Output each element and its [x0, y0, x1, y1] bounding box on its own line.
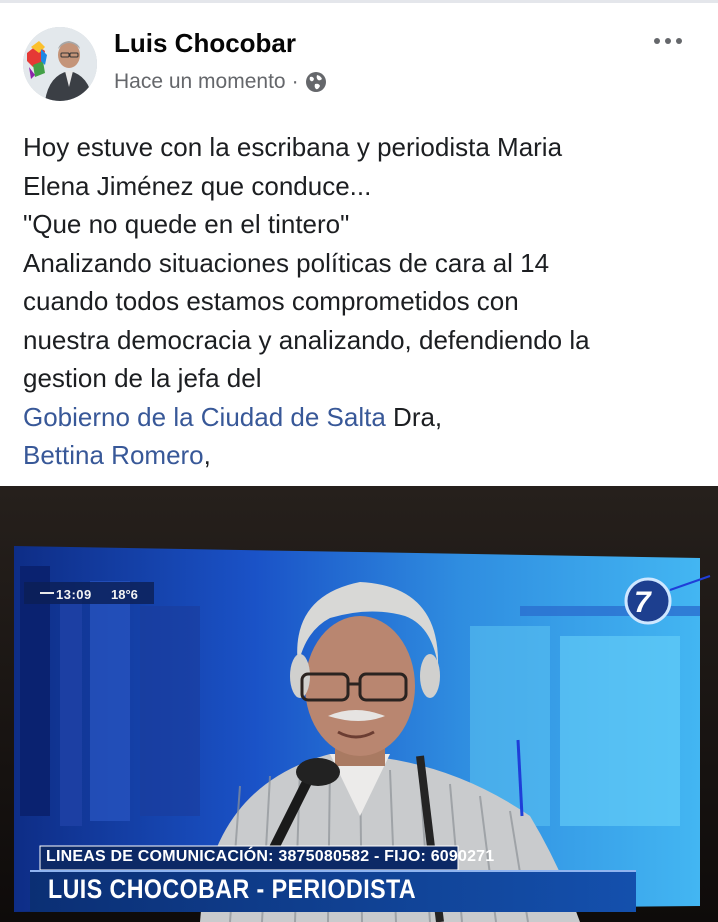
post-photo[interactable]: 13:09 18°6 7 LINEAS DE COMUNICACIÓN: 387…: [0, 486, 718, 922]
post-text-line: "Que no quede en el tintero": [23, 209, 350, 239]
globe-icon[interactable]: [305, 71, 327, 93]
tv-lower-third-name: LUIS CHOCOBAR - PERIODISTA: [48, 874, 417, 904]
link-bettina-romero[interactable]: Bettina Romero: [23, 440, 204, 470]
post-text-line: cuando todos estamos comprometidos con: [23, 286, 519, 316]
top-divider: [0, 0, 718, 3]
post-text-fragment: ,: [203, 440, 211, 470]
link-gobierno-salta[interactable]: Gobierno de la Ciudad de Salta: [23, 402, 386, 432]
more-options-icon[interactable]: [648, 26, 688, 56]
post-text: Hoy estuve con la escribana y periodista…: [23, 128, 703, 475]
post-text-line: nuestra democracia y analizando, defendi…: [23, 324, 590, 355]
channel-logo: 7: [634, 586, 651, 619]
post-text-line-links: Gobierno de la Ciudad de Salta Dra,: [23, 398, 703, 437]
author-avatar[interactable]: [23, 27, 97, 101]
post-header: Luis Chocobar Hace un momento ·: [0, 24, 718, 104]
tv-lower-third-contact: LINEAS DE COMUNICACIÓN: 3875080582 - FIJ…: [46, 848, 495, 865]
post-text-fragment: Dra,: [385, 401, 443, 432]
post-text-line: Hoy estuve con la escribana y periodista…: [23, 132, 563, 162]
tv-temperature: 18°6: [111, 587, 138, 602]
post-timestamp[interactable]: Hace un momento: [114, 70, 286, 94]
meta-separator: ·: [291, 70, 299, 93]
post-text-line: Elena Jiménez que conduce...: [23, 170, 372, 201]
author-name[interactable]: Luis Chocobar: [114, 28, 296, 59]
tv-clock: 13:09: [56, 587, 92, 602]
post-text-line: gestion de la jefa del: [23, 363, 262, 393]
post-meta: Hace un momento ·: [114, 70, 327, 94]
post-text-line: Analizando situaciones políticas de cara…: [23, 247, 550, 278]
post-text-line-links: Bettina Romero,: [23, 436, 703, 475]
